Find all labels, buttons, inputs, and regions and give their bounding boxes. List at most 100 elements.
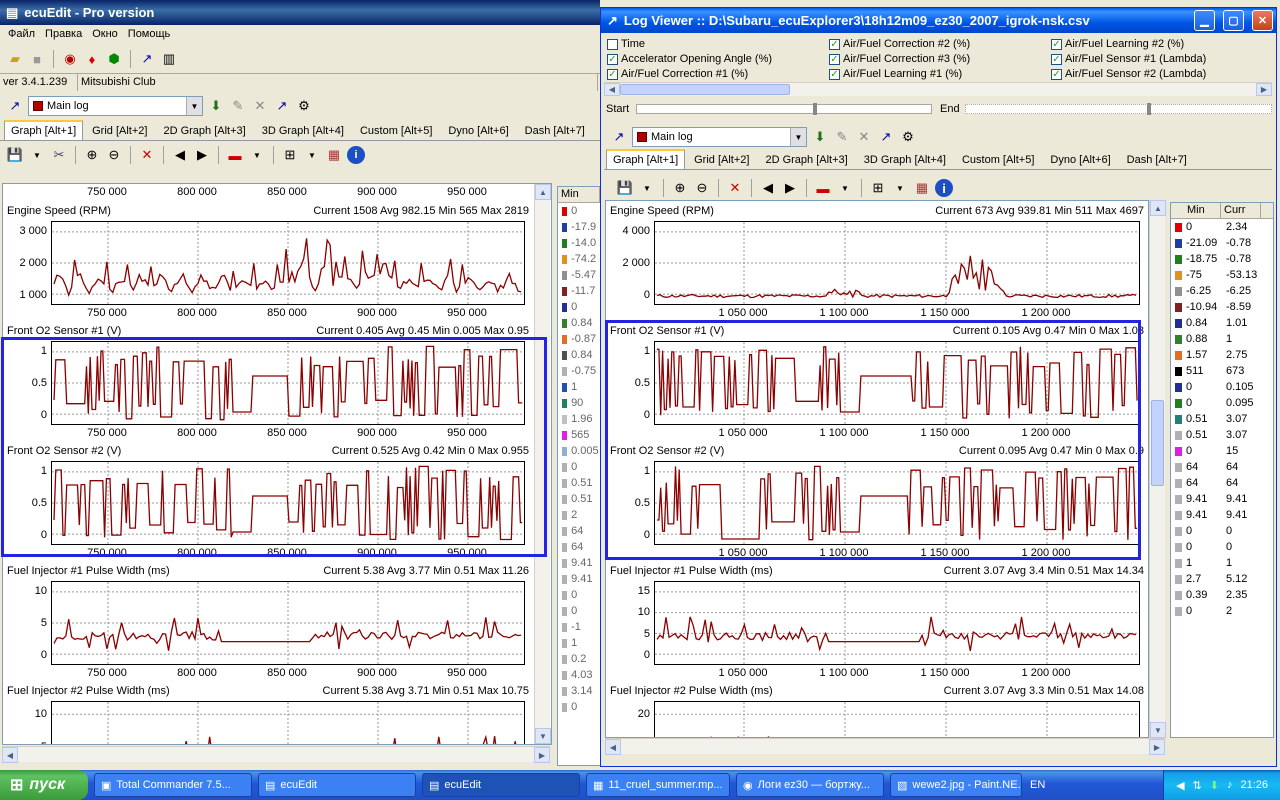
start-slider[interactable] — [636, 103, 932, 115]
taskbar-item[interactable]: ▤ ecuEdit — [258, 773, 416, 797]
viewer-log-select[interactable]: Main log ▼ — [632, 127, 807, 147]
tray-download-icon[interactable]: ⬇ — [1210, 779, 1219, 792]
tab-dash[interactable]: Dash [Alt+7] — [1120, 150, 1194, 169]
crosshair-icon[interactable]: ⊞ — [869, 179, 887, 197]
language-indicator[interactable]: EN — [1030, 779, 1045, 791]
column-checkbox[interactable]: ✓ Air/Fuel Correction #2 (%) — [829, 37, 1051, 51]
tab-custom[interactable]: Custom [Alt+5] — [955, 150, 1041, 169]
scroll-thumb[interactable] — [620, 84, 790, 95]
save-icon[interactable]: 💾 — [6, 146, 24, 164]
settings-icon[interactable]: ⚙ — [899, 128, 917, 146]
open-folder-icon[interactable]: ▰ — [6, 50, 24, 68]
edit-icon[interactable]: ✎ — [229, 97, 247, 115]
download-icon[interactable]: ⬇ — [811, 128, 829, 146]
column-checkbox[interactable]: ✓ Air/Fuel Correction #3 (%) — [829, 52, 1051, 66]
plot-panel[interactable]: Fuel Injector #2 Pulse Width (ms) Current… — [3, 683, 533, 744]
arrow-right-icon[interactable]: ▶ — [193, 146, 211, 164]
arrow-left-icon[interactable]: ◀ — [759, 179, 777, 197]
legend-row[interactable]: 64 64 — [1171, 459, 1273, 475]
legend-row[interactable]: 1.57 2.75 — [1171, 347, 1273, 363]
checkbox-icon[interactable]: ✓ — [829, 53, 840, 65]
legend-row[interactable]: 4.03 — [558, 667, 600, 683]
delete-x-icon[interactable]: ✕ — [726, 179, 744, 197]
right-hscroll[interactable]: ◀ ▶ — [605, 738, 1165, 755]
plot-area[interactable] — [654, 221, 1140, 305]
taskbar-item[interactable]: ▦ 11_cruel_summer.mp... — [586, 773, 730, 797]
legend-row[interactable]: 511 673 — [1171, 363, 1273, 379]
chevron-down-icon[interactable]: ▼ — [186, 97, 202, 115]
legend-row[interactable]: 0 — [558, 587, 600, 603]
legend-row[interactable]: 0.88 1 — [1171, 331, 1273, 347]
legend-row[interactable]: 0 — [558, 699, 600, 715]
legend-row[interactable]: 64 — [558, 539, 600, 555]
legend-row[interactable]: 0 0.095 — [1171, 395, 1273, 411]
checkbox-icon[interactable] — [607, 38, 618, 50]
graph-icon[interactable]: ↗ — [6, 97, 24, 115]
tab-2d-graph[interactable]: 2D Graph [Alt+3] — [156, 121, 252, 140]
scroll-up-icon[interactable]: ▲ — [535, 184, 551, 200]
arrow-left-icon[interactable]: ◀ — [171, 146, 189, 164]
download-icon[interactable]: ⬇ — [207, 97, 225, 115]
legend-row[interactable]: -10.94 -8.59 — [1171, 299, 1273, 315]
delete-x-icon[interactable]: ✕ — [138, 146, 156, 164]
legend-row[interactable]: 64 64 — [1171, 475, 1273, 491]
dropdown-icon[interactable]: ▼ — [638, 179, 656, 197]
color-picker-icon[interactable]: ▬ — [814, 179, 832, 197]
zoom-out-icon[interactable]: ⊖ — [693, 179, 711, 197]
info-icon[interactable]: i — [347, 146, 365, 164]
zoom-in-icon[interactable]: ⊕ — [671, 179, 689, 197]
menu-edit[interactable]: Правка — [45, 28, 82, 42]
tab-graph[interactable]: Graph [Alt+1] — [4, 120, 84, 140]
end-slider[interactable] — [965, 103, 1272, 115]
maximize-icon[interactable]: ▢ — [1223, 10, 1244, 31]
left-hscroll[interactable]: ◀ ▶ — [2, 746, 550, 763]
column-checkbox[interactable]: ✓ Air/Fuel Correction #1 (%) — [607, 67, 829, 81]
legend-row[interactable]: 0 — [558, 603, 600, 619]
checkbox-icon[interactable]: ✓ — [829, 38, 840, 50]
legend-row[interactable]: -18.75 -0.78 — [1171, 251, 1273, 267]
scroll-left-icon[interactable]: ◀ — [604, 83, 620, 96]
tab-dash[interactable]: Dash [Alt+7] — [518, 121, 592, 140]
legend-row[interactable]: -0.87 — [558, 331, 600, 347]
taskbar-item[interactable]: ◉ Логи ez30 — бортжу... — [736, 773, 884, 797]
scroll-left-icon[interactable]: ◀ — [605, 739, 621, 755]
chart-settings-icon[interactable]: ▦ — [325, 146, 343, 164]
legend-row[interactable]: 565 — [558, 427, 600, 443]
settings-icon[interactable]: ⚙ — [295, 97, 313, 115]
minimize-icon[interactable]: ▁ — [1194, 10, 1215, 31]
menu-window[interactable]: Окно — [92, 28, 118, 42]
column-checkbox[interactable]: ✓ Air/Fuel Sensor #2 (Lambda) — [1051, 67, 1273, 81]
legend-row[interactable]: -17.9 — [558, 219, 600, 235]
save-icon[interactable]: 💾 — [616, 179, 634, 197]
legend-row[interactable]: 0.84 — [558, 347, 600, 363]
taskbar-item-active[interactable]: ▤ ecuEdit — [422, 773, 580, 797]
start-button[interactable]: ⊞ пуск — [0, 770, 88, 800]
legend-row[interactable]: 2 — [558, 507, 600, 523]
scroll-thumb[interactable] — [1151, 400, 1164, 486]
plot-area[interactable] — [51, 701, 525, 744]
chart-settings-icon[interactable]: ▦ — [913, 179, 931, 197]
nissan-logo-icon[interactable]: ◉ — [61, 50, 79, 68]
legend-row[interactable]: 0.84 1.01 — [1171, 315, 1273, 331]
checkbox-icon[interactable]: ✓ — [1051, 53, 1062, 65]
tab-dyno[interactable]: Dyno [Alt+6] — [1043, 150, 1117, 169]
plot-panel[interactable]: Engine Speed (RPM) Current 1508 Avg 982.1… — [3, 203, 533, 323]
menu-help[interactable]: Помощь — [128, 28, 171, 42]
tab-grid[interactable]: Grid [Alt+2] — [85, 121, 154, 140]
column-checkbox[interactable]: ✓ Air/Fuel Learning #1 (%) — [829, 67, 1051, 81]
legend-row[interactable]: 1 — [558, 379, 600, 395]
tray-network-icon[interactable]: ⇅ — [1193, 779, 1202, 792]
legend-row[interactable]: 64 — [558, 523, 600, 539]
tab-3d-graph[interactable]: 3D Graph [Alt+4] — [255, 121, 351, 140]
legend-row[interactable]: 2.7 5.12 — [1171, 571, 1273, 587]
plot-panel[interactable]: Fuel Injector #1 Pulse Width (ms) Current… — [3, 563, 533, 683]
legend-row[interactable]: 0 15 — [1171, 443, 1273, 459]
legend-row[interactable]: 90 — [558, 395, 600, 411]
legend-row[interactable]: 1.96 — [558, 411, 600, 427]
info-icon[interactable]: i — [935, 179, 953, 197]
delete-x-icon[interactable]: ✕ — [251, 97, 269, 115]
dropdown-icon[interactable]: ▼ — [891, 179, 909, 197]
tab-custom[interactable]: Custom [Alt+5] — [353, 121, 439, 140]
tab-dyno[interactable]: Dyno [Alt+6] — [441, 121, 515, 140]
cut-icon[interactable]: ✂ — [50, 146, 68, 164]
